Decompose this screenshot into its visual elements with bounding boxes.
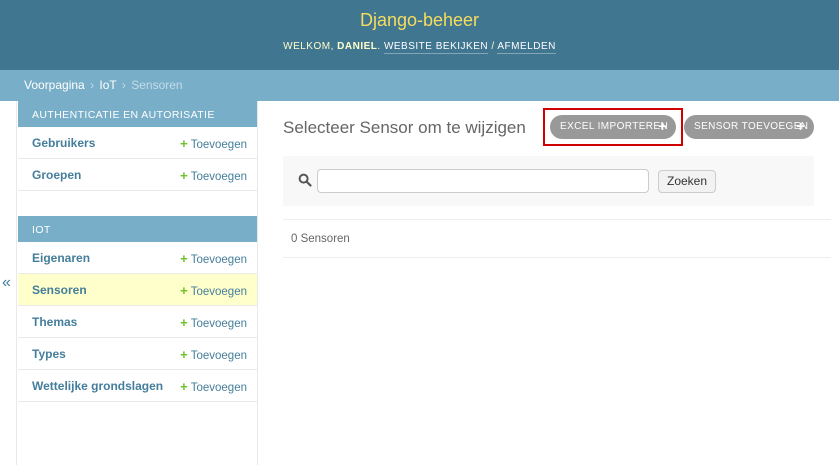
username: Daniel [337,41,378,52]
logout-link[interactable]: Afmelden [497,41,556,54]
add-label: Toevoegen [190,286,247,298]
sidebar-item-groepen: Groepen + Toevoegen [18,159,257,191]
add-label: Toevoegen [190,254,247,266]
sidebar-item-label[interactable]: Types [32,347,66,361]
sidebar-item-types: Types + Toevoegen [18,338,257,370]
site-name[interactable]: Django-beheer [0,10,839,31]
add-icon: + [180,379,188,394]
sidebar-item-label[interactable]: Sensoren [32,283,87,297]
add-themas-link[interactable]: + Toevoegen [180,315,247,330]
add-icon: + [180,168,188,183]
add-icon: + [180,347,188,362]
plus-icon: + [658,118,667,134]
add-icon: + [180,251,188,266]
sidebar-item-wettelijke-grondslagen: Wettelijke grondslagen + Toevoegen [18,370,257,402]
result-count: 0 Sensoren [283,219,831,258]
sidebar-item-sensoren: Sensoren + Toevoegen [18,274,257,306]
breadcrumb-app[interactable]: IoT [99,78,116,92]
add-sensor-button[interactable]: Sensor toevoegen + [684,115,814,139]
add-label: Toevoegen [190,139,247,151]
add-sensor-label: Sensor toevoegen [694,121,809,132]
user-tools: Welkom, Daniel. Website bekijken / Afmel… [0,41,839,54]
search-input[interactable] [317,169,649,193]
sidebar-item-eigenaren: Eigenaren + Toevoegen [18,242,257,274]
breadcrumb-current: Sensoren [131,78,183,92]
search-toolbar: Zoeken [283,156,814,206]
add-eigenaren-link[interactable]: + Toevoegen [180,251,247,266]
view-site-link[interactable]: Website bekijken [383,41,489,54]
sidebar-item-label[interactable]: Wettelijke grondslagen [32,379,163,393]
module-caption-auth[interactable]: Authenticatie en autorisatie [18,101,257,127]
add-label: Toevoegen [190,318,247,330]
nav-sidebar: Authenticatie en autorisatie Gebruikers … [18,101,258,465]
excel-import-label: Excel importeren [560,121,669,132]
toggle-sidebar-button[interactable]: « [0,101,17,465]
user-tools-separator: / [491,41,495,52]
add-label: Toevoegen [190,350,247,362]
welcome-text: Welkom, [283,41,334,52]
add-gebruikers-link[interactable]: + Toevoegen [180,136,247,151]
page-title: Selecteer Sensor om te wijzigen [283,118,526,137]
breadcrumb-home[interactable]: Voorpagina [24,78,85,92]
sidebar-item-label[interactable]: Gebruikers [32,136,95,150]
search-button[interactable]: Zoeken [658,170,717,193]
sidebar-item-label[interactable]: Eigenaren [32,251,90,265]
module-spacer [18,191,257,216]
add-icon: + [180,315,188,330]
breadcrumb: Voorpagina › IoT › Sensoren [0,70,839,101]
site-header: Django-beheer Welkom, Daniel. Website be… [0,0,839,70]
add-wettelijke-grondslagen-link[interactable]: + Toevoegen [180,379,247,394]
sidebar-item-label[interactable]: Groepen [32,168,81,182]
add-icon: + [180,283,188,298]
add-groepen-link[interactable]: + Toevoegen [180,168,247,183]
module-caption-iot[interactable]: IoT [18,216,257,242]
add-sensoren-link[interactable]: + Toevoegen [180,283,247,298]
collapse-sidebar-icon: « [2,274,11,291]
add-label: Toevoegen [190,382,247,394]
sidebar-item-label[interactable]: Themas [32,315,77,329]
add-types-link[interactable]: + Toevoegen [180,347,247,362]
breadcrumb-separator: › [90,78,95,92]
add-label: Toevoegen [190,171,247,183]
excel-import-button[interactable]: Excel importeren + [550,115,676,139]
plus-icon: + [796,118,805,134]
breadcrumb-separator: › [121,78,126,92]
add-icon: + [180,136,188,151]
search-icon [298,173,312,187]
sidebar-item-gebruikers: Gebruikers + Toevoegen [18,127,257,159]
sidebar-item-themas: Themas + Toevoegen [18,306,257,338]
welcome-period: . [377,41,381,52]
